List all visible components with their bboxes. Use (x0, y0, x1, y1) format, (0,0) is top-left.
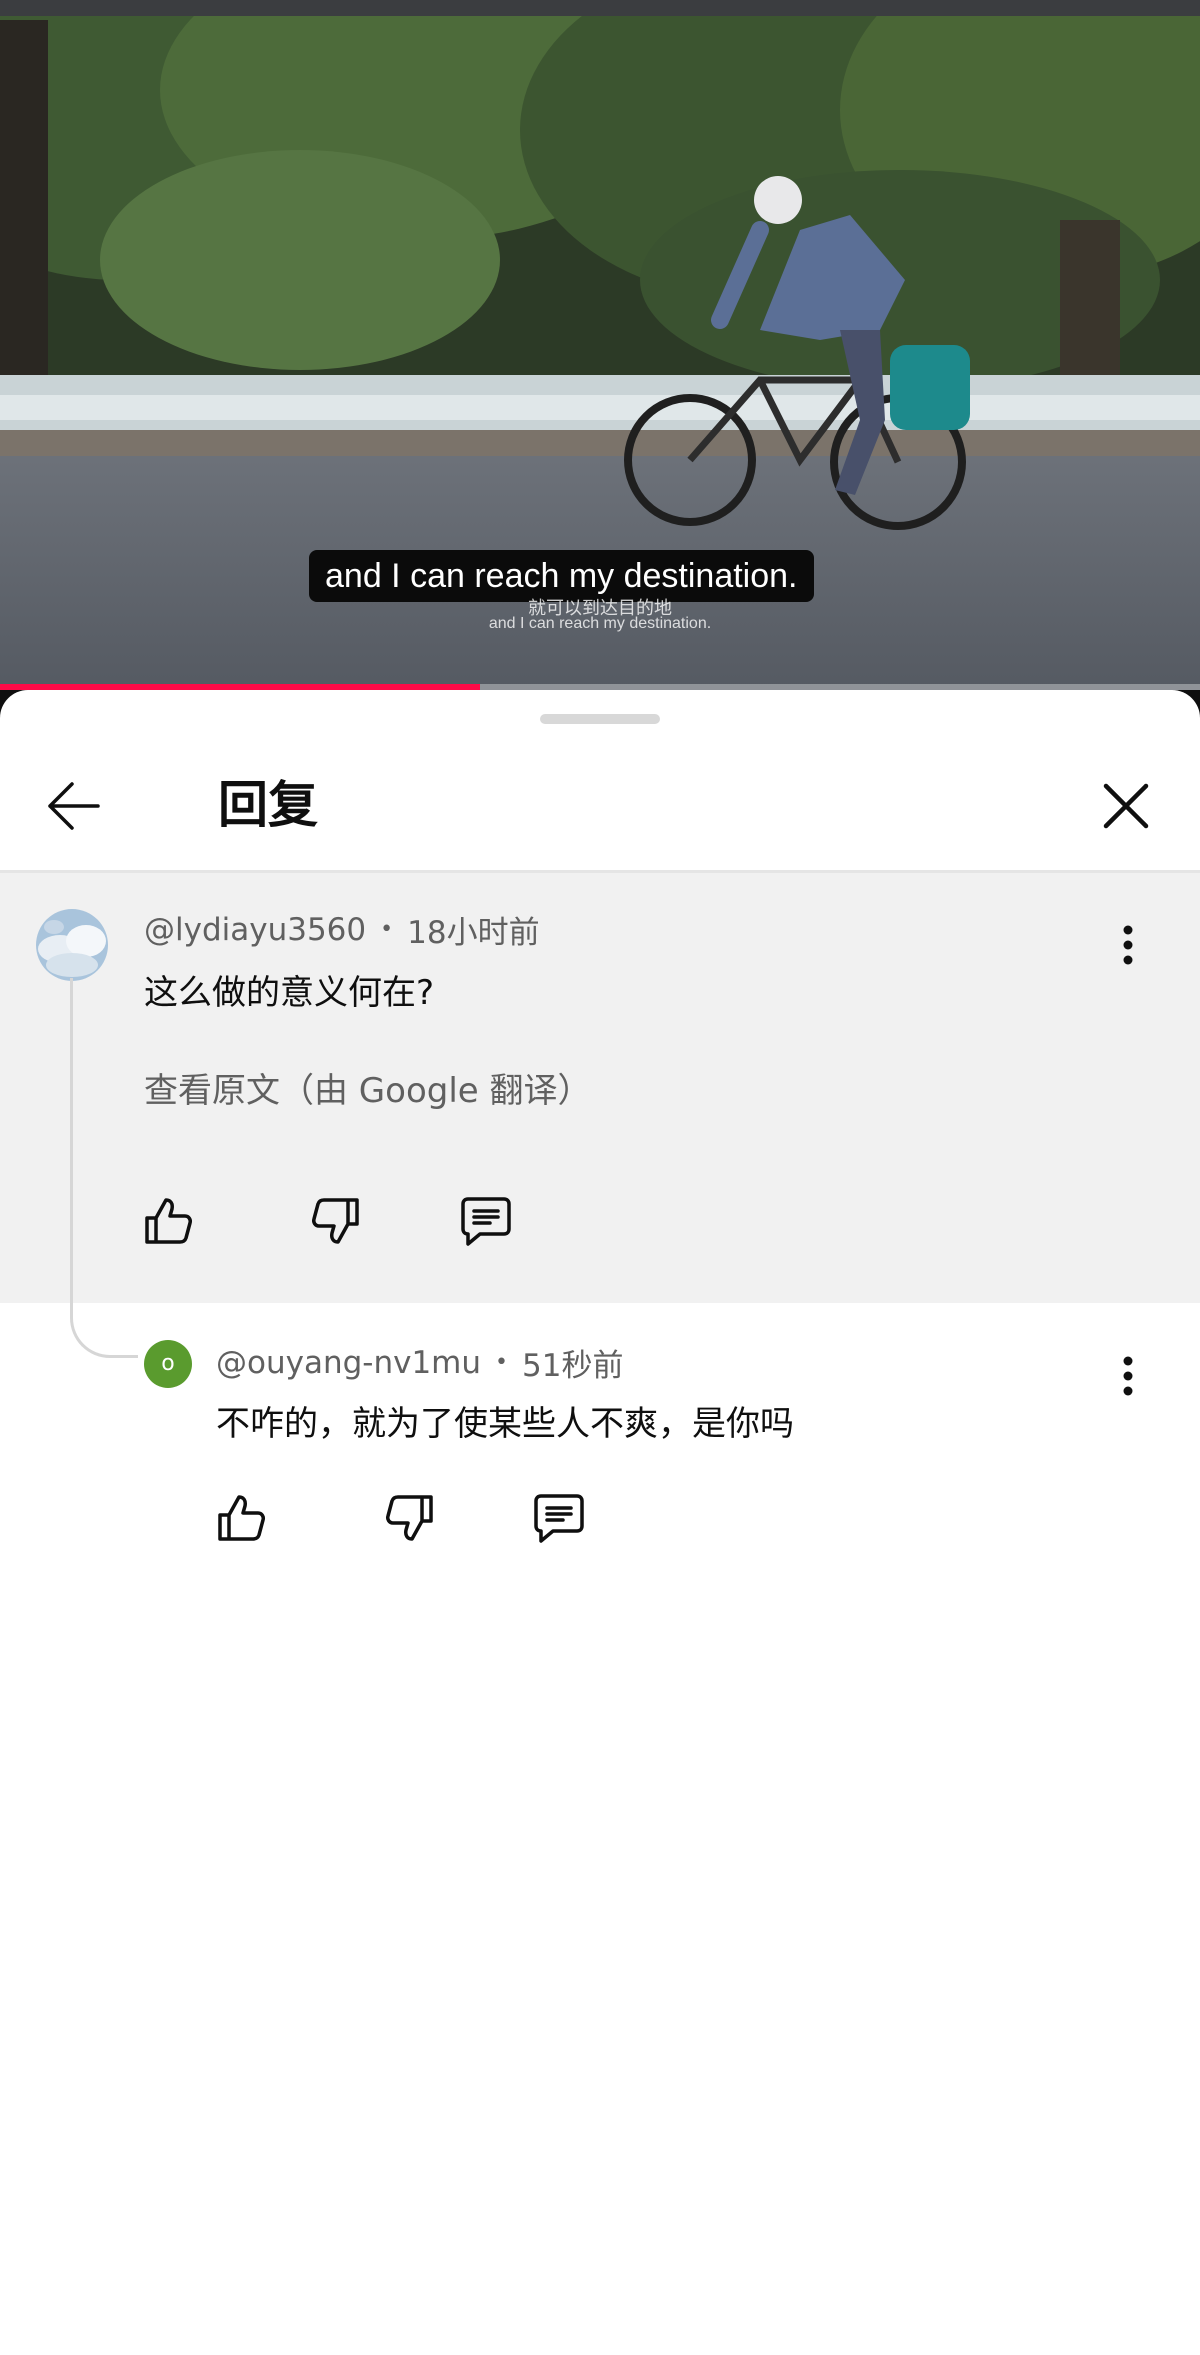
more-vertical-icon (1123, 1356, 1133, 1396)
close-icon (1103, 783, 1149, 829)
back-button[interactable] (36, 768, 112, 844)
thumb-down-icon (312, 1198, 359, 1244)
reply-time: 51秒前 (522, 1348, 624, 1384)
thumb-up-icon (218, 1495, 265, 1541)
thumb-down-icon (386, 1495, 433, 1541)
comment-menu-button[interactable] (1106, 913, 1150, 977)
status-bar (0, 0, 1200, 16)
comment-text: 这么做的意义何在? (144, 973, 435, 1013)
thread-connector (70, 978, 138, 1358)
like-button[interactable] (136, 1189, 200, 1253)
comment-icon (534, 1494, 584, 1543)
video-player[interactable]: and I can reach my destination. 就可以到达目的地… (0, 0, 1200, 690)
reply-button[interactable] (454, 1189, 518, 1253)
replies-sheet: 回复 @lydiayu3560 • 18小时前 这么做的意义何在? 查看原文（由… (0, 690, 1200, 2355)
view-original-link[interactable]: 查看原文（由 Google 翻译） (144, 1063, 592, 1112)
close-button[interactable] (1088, 768, 1164, 844)
avatar[interactable]: o (144, 1340, 192, 1388)
more-vertical-icon (1123, 925, 1133, 965)
arrow-left-icon (48, 782, 100, 830)
comment-icon (461, 1197, 511, 1246)
separator-dot: • (380, 917, 394, 942)
reply-text: 不咋的，就为了使某些人不爽，是你吗 (216, 1404, 794, 1444)
reply-dislike-button[interactable] (378, 1486, 442, 1550)
reply-like-button[interactable] (209, 1486, 273, 1550)
dislike-button[interactable] (304, 1189, 368, 1253)
sheet-title: 回复 (218, 776, 318, 834)
reply-reply-button[interactable] (527, 1486, 591, 1550)
separator-dot: • (495, 1350, 509, 1375)
comment-author[interactable]: @lydiayu3560 (144, 912, 366, 948)
avatar[interactable] (36, 909, 108, 981)
thumb-up-icon (145, 1198, 192, 1244)
sheet-header: 回复 (0, 750, 1200, 870)
burned-subtitle-english: and I can reach my destination. (488, 615, 712, 632)
parent-comment: @lydiayu3560 • 18小时前 这么做的意义何在? 查看原文（由 Go… (0, 873, 1200, 1303)
drag-handle[interactable] (540, 714, 660, 724)
comment-time: 18小时前 (407, 915, 540, 951)
reply-menu-button[interactable] (1106, 1344, 1150, 1408)
reply-meta: @ouyang-nv1mu • 51秒前 (216, 1340, 623, 1385)
reply-author[interactable]: @ouyang-nv1mu (216, 1345, 481, 1381)
comment-meta: @lydiayu3560 • 18小时前 (144, 907, 540, 952)
avatar-image (36, 909, 108, 981)
